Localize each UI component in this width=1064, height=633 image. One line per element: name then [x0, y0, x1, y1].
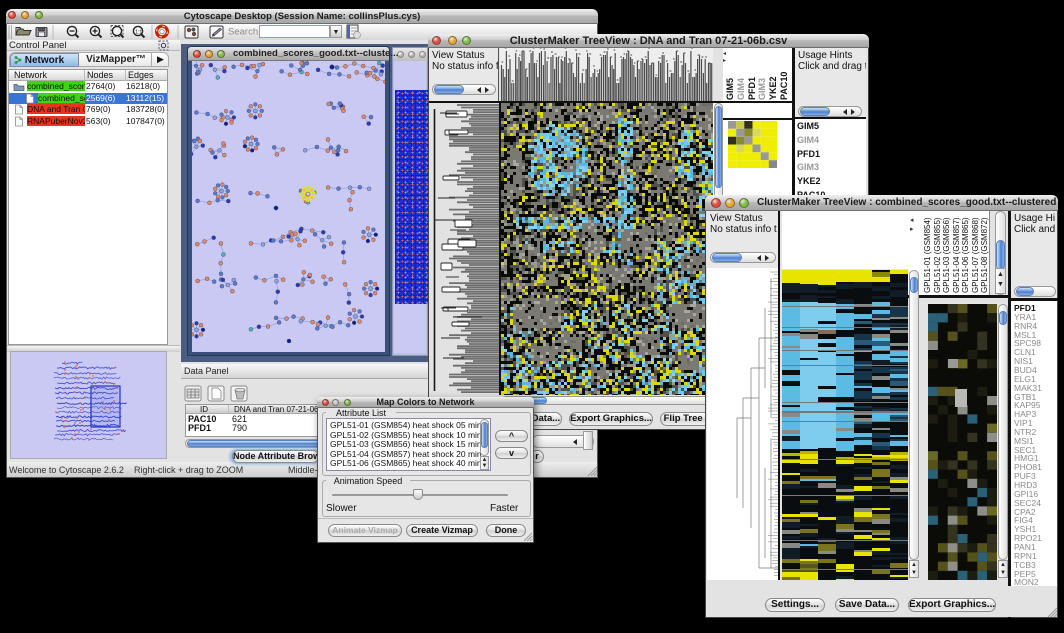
svg-text:Search:: Search: [228, 27, 261, 38]
svg-text:1:1: 1:1 [135, 29, 142, 35]
